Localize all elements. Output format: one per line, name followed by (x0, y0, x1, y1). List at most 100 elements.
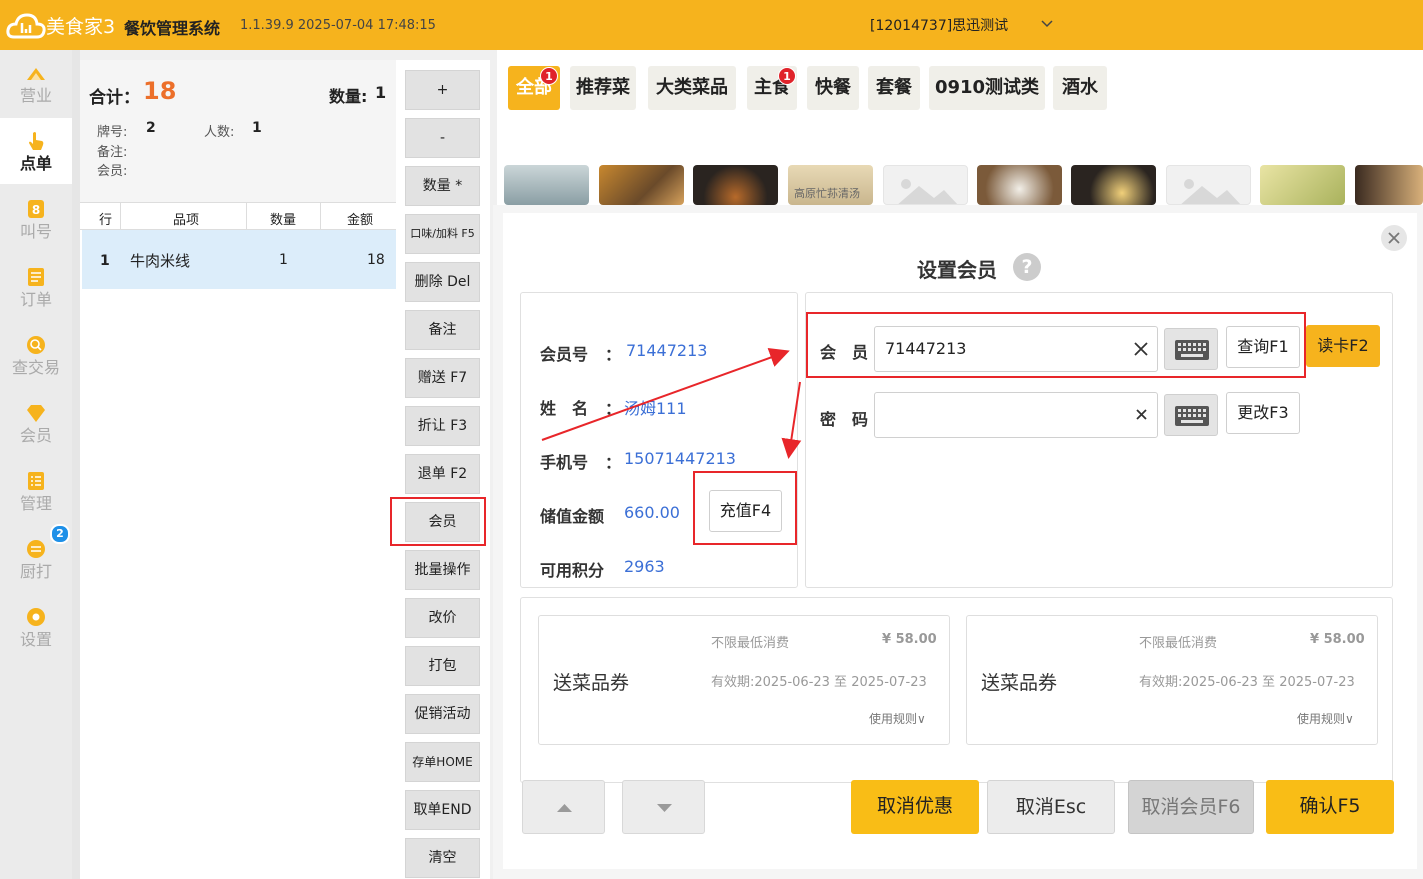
flavor-button[interactable]: 口味/加料 F5 (405, 214, 480, 254)
category-test[interactable]: 0910测试类 (929, 66, 1045, 110)
highlight-member-input (806, 312, 1306, 378)
password-label: 密 码 (820, 410, 869, 429)
coupon-rule-link[interactable]: 使用规则∨ (1297, 710, 1354, 727)
category-main-dishes[interactable]: 大类菜品 (648, 66, 736, 110)
people-value: 1 (252, 120, 262, 136)
discount-button[interactable]: 折让 F3 (405, 406, 480, 446)
coupon-rule-link[interactable]: 使用规则∨ (869, 710, 926, 727)
table-label: 牌号: (97, 125, 128, 140)
dish-thumbnail[interactable] (1071, 165, 1156, 205)
sidebar-label: 点单 (19, 154, 52, 173)
table-row[interactable]: 1 牛肉米线 1 18 (82, 230, 396, 289)
cancel-discount-button[interactable]: 取消优惠 (851, 780, 979, 834)
return-button[interactable]: 退单 F2 (405, 454, 480, 494)
change-price-button[interactable]: 改价 (405, 598, 480, 638)
note-button[interactable]: 备注 (405, 310, 480, 350)
category-all-badge: 1 (540, 67, 558, 85)
clear-button[interactable]: 清空 (405, 838, 480, 878)
table-value: 2 (146, 120, 156, 136)
sidebar-item-kitchen-print[interactable]: 厨打 2 (0, 524, 72, 592)
change-password-button[interactable]: 更改F3 (1226, 392, 1300, 434)
name-label: 姓 名 (540, 399, 589, 418)
colon: ： (605, 453, 622, 472)
sidebar-item-manage[interactable]: 管理 (0, 458, 72, 524)
people-label: 人数: (204, 125, 235, 140)
col-item: 品项 (173, 213, 200, 228)
sidebar-item-order[interactable]: 点单 (0, 118, 72, 184)
dish-thumbnail[interactable] (1355, 165, 1423, 205)
sidebar-label: 营业 (19, 86, 52, 105)
coupon-title: 送菜品券 (553, 672, 630, 694)
coupon-card[interactable]: 送菜品券 不限最低消费 ¥ 58.00 有效期:2025-06-23 至 202… (966, 615, 1378, 745)
sidebar-item-member[interactable]: 会员 (0, 390, 72, 456)
retrieve-order-button[interactable]: 取单END (405, 790, 480, 830)
category-fast-food[interactable]: 快餐 (807, 66, 859, 110)
coupon-min: 不限最低消费 (1139, 636, 1218, 651)
highlight-member-button (390, 497, 486, 546)
promotion-button[interactable]: 促销活动 (405, 694, 480, 734)
col-divider (120, 203, 121, 230)
hand-pointer-icon (29, 132, 44, 150)
gift-button[interactable]: 赠送 F7 (405, 358, 480, 398)
keyboard-button[interactable] (1164, 394, 1218, 436)
points-value: 2963 (624, 557, 665, 576)
dish-thumbnail[interactable] (977, 165, 1062, 205)
sidebar-item-orders[interactable]: 订单 (0, 254, 72, 320)
sidebar: 营业 点单 8 叫号 订单 查交易 会员 管理 厨打 2 设置 (0, 50, 72, 879)
close-button[interactable] (1381, 225, 1407, 251)
dish-thumbnail[interactable] (693, 165, 778, 205)
triangle-down-icon (657, 804, 672, 812)
dish-thumbnail[interactable] (1260, 165, 1345, 205)
sidebar-item-call-number[interactable]: 8 叫号 (0, 186, 72, 252)
number-8-icon: 8 (28, 200, 44, 218)
clear-input-icon[interactable] (1135, 408, 1148, 421)
balance-value: 660.00 (624, 503, 680, 522)
cancel-button[interactable]: 取消Esc (987, 780, 1115, 834)
save-order-button[interactable]: 存单HOME (405, 742, 480, 782)
placeholder-image-icon[interactable] (1166, 165, 1251, 205)
coupon-card[interactable]: 送菜品券 不限最低消费 ¥ 58.00 有效期:2025-06-23 至 202… (538, 615, 950, 745)
note-label: 备注: (97, 145, 128, 160)
help-icon[interactable]: ? (1013, 253, 1041, 281)
sidebar-item-business[interactable]: 营业 (0, 50, 72, 116)
chevron-down-icon[interactable] (1040, 17, 1054, 31)
password-input[interactable] (874, 392, 1158, 438)
sidebar-item-settings[interactable]: 设置 (0, 594, 72, 660)
dish-thumbnail[interactable] (599, 165, 684, 205)
triangle-up-icon (557, 804, 572, 812)
category-recommended[interactable]: 推荐菜 (570, 66, 636, 110)
minus-button[interactable]: - (405, 118, 480, 158)
read-card-button[interactable]: 读卡F2 (1306, 325, 1380, 367)
kitchen-print-badge: 2 (50, 524, 70, 544)
row-amount: 18 (367, 252, 385, 268)
dish-thumbnail[interactable]: 高原忙荪清汤 (788, 165, 873, 205)
delete-button[interactable]: 删除 Del (405, 262, 480, 302)
image-placeholder-icon (1181, 179, 1241, 204)
col-qty: 数量 (270, 213, 297, 228)
qty-label: 数量: (329, 87, 368, 106)
batch-button[interactable]: 批量操作 (405, 550, 480, 590)
col-divider (246, 203, 247, 230)
scroll-up-button[interactable] (522, 780, 605, 834)
pack-button[interactable]: 打包 (405, 646, 480, 686)
plus-button[interactable]: + (405, 70, 480, 110)
confirm-button[interactable]: 确认F5 (1266, 780, 1394, 834)
category-set-meal[interactable]: 套餐 (868, 66, 920, 110)
placeholder-image-icon[interactable] (883, 165, 968, 205)
category-drinks[interactable]: 酒水 (1053, 66, 1107, 110)
store-selector[interactable]: [12014737]思迅测试 (870, 15, 1008, 35)
sidebar-label: 厨打 (19, 562, 52, 581)
coupon-price: ¥ 58.00 (1310, 632, 1365, 647)
name-value: 汤姆111 (624, 399, 687, 418)
sidebar-item-transactions[interactable]: 查交易 (0, 322, 72, 388)
version-info: 1.1.39.9 2025-07-04 17:48:15 (240, 18, 436, 33)
order-summary: 合计： 18 数量: 1 牌号: 2 人数: 1 备注: 会员: (80, 60, 396, 202)
dish-thumbnail[interactable] (504, 165, 589, 205)
scroll-down-button[interactable] (622, 780, 705, 834)
quantity-button[interactable]: 数量 * (405, 166, 480, 206)
col-amount: 金额 (347, 213, 374, 228)
highlight-recharge-button (693, 471, 797, 545)
close-icon (1388, 232, 1400, 244)
cancel-member-button[interactable]: 取消会员F6 (1128, 780, 1254, 834)
coupon-title: 送菜品券 (981, 672, 1058, 694)
